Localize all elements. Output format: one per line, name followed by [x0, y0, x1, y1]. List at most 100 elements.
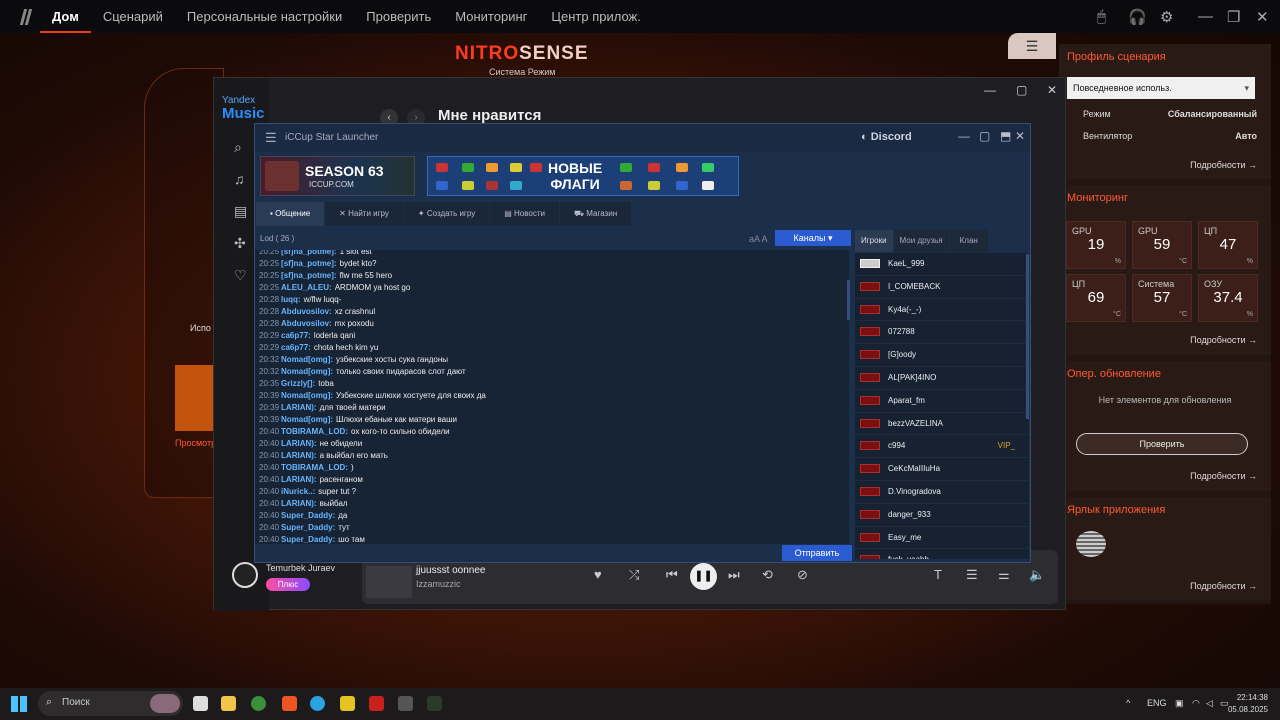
game-taskbar-icon[interactable] [427, 696, 442, 711]
gear-icon[interactable]: ⚙ [1160, 8, 1173, 26]
shortcut-more-link[interactable]: Подробности → [1190, 581, 1257, 591]
flags-banner[interactable]: НОВЫЕ ФЛАГИ [427, 156, 739, 196]
player-row[interactable]: 072788 [855, 321, 1029, 345]
heart-icon[interactable]: ♡ [234, 267, 247, 284]
iccup-restore-icon[interactable]: ▢ [979, 129, 990, 143]
ym-restore-icon[interactable]: ▢ [1016, 83, 1027, 97]
update-check-button[interactable]: Проверить [1076, 433, 1248, 455]
player-list-scrollbar[interactable] [1026, 254, 1029, 419]
ym-minimize-icon[interactable]: — [984, 83, 996, 97]
volume-icon[interactable]: 🔈 [1029, 567, 1045, 583]
scenario-select[interactable]: Повседневное использ. [1067, 77, 1255, 99]
queue-icon[interactable]: ☰ [966, 567, 978, 583]
no-wave-icon[interactable]: ⊘ [797, 567, 808, 583]
headset-icon[interactable]: 🎧 [1128, 8, 1147, 26]
clock[interactable]: 22:14:38 05.08.2025 [1228, 692, 1268, 716]
lyrics-icon[interactable]: T [934, 567, 942, 582]
player-list[interactable]: KaeL_999 I_COMEBACK Ky4a(-_-) 072788 [G]oody… [855, 253, 1029, 559]
close-icon[interactable]: ✕ [1256, 8, 1269, 26]
nav-home[interactable]: Дом [40, 0, 91, 33]
search-input[interactable]: ⌕ Поиск [38, 691, 183, 716]
avatar[interactable] [232, 562, 258, 588]
menu-icon[interactable]: ☰ [265, 130, 277, 146]
phone-link-icon[interactable]: ▣ [1175, 698, 1184, 709]
track-cover[interactable] [366, 566, 412, 598]
chat-scrollbar[interactable] [847, 280, 850, 320]
tray-chevron-icon[interactable]: ^ [1126, 698, 1130, 708]
player-row[interactable]: [G]oody [855, 344, 1029, 367]
update-more-link[interactable]: Подробности → [1190, 471, 1257, 481]
telegram-icon[interactable] [310, 696, 325, 711]
chat-log[interactable]: 20:25 [sf]na_potme]: 1 slot est 20:25 [sf]na… [255, 250, 849, 544]
iccup-close-icon[interactable]: ✕ [1015, 129, 1025, 143]
pause-button[interactable]: ❚❚ [690, 563, 717, 590]
player-row[interactable]: Aparat_fm [855, 390, 1029, 413]
tab-news[interactable]: ▤ Новости [490, 202, 559, 226]
restore-icon[interactable]: ❐ [1227, 8, 1240, 26]
iccup-compact-icon[interactable]: ⬒ [1000, 129, 1011, 143]
iccup-minimize-icon[interactable]: — [958, 129, 970, 143]
player-row[interactable]: CeKcMaIIIuHa [855, 458, 1029, 481]
player-row[interactable]: I_COMEBACK [855, 276, 1029, 299]
player-row[interactable]: KaeL_999 [855, 253, 1029, 276]
nav-monitoring[interactable]: Мониторинг [443, 0, 539, 33]
track-artist[interactable]: Izzamuzzic [416, 579, 461, 589]
left-panel-tile[interactable] [175, 365, 215, 431]
tab-shop[interactable]: ⛟ Магазин [559, 202, 632, 226]
like-icon[interactable]: ♥ [594, 567, 602, 582]
nav-check[interactable]: Проверить [354, 0, 443, 33]
settings-sliders-icon[interactable]: ⚌ [998, 567, 1010, 583]
ym-close-icon[interactable]: ✕ [1047, 83, 1057, 97]
tab-find-game[interactable]: ✕ Найти игру [325, 202, 403, 226]
sidebar-toggle-icon[interactable]: ☰ [1008, 33, 1056, 59]
repeat-icon[interactable]: ⟲ [762, 567, 773, 583]
chrome-icon[interactable] [251, 696, 266, 711]
tab-chat[interactable]: ▪ Общение [256, 202, 325, 226]
shuffle-icon[interactable]: ⤮ [629, 567, 639, 583]
monitoring-more-link[interactable]: Подробности → [1190, 335, 1257, 345]
send-button[interactable]: Отправить [782, 545, 852, 561]
player-row[interactable]: c994 VIP_ [855, 435, 1029, 459]
brave-icon[interactable] [282, 696, 297, 711]
player-row[interactable]: Easy_me [855, 527, 1029, 550]
font-size-toggle[interactable]: aA A [749, 234, 768, 244]
player-row[interactable]: AL[PAK]4INO [855, 367, 1029, 390]
music-note-icon[interactable]: ♫ [234, 171, 245, 187]
nav-scenario[interactable]: Сценарий [91, 0, 175, 33]
player-row[interactable]: danger_933 [855, 504, 1029, 527]
nav-personal[interactable]: Персональные настройки [175, 0, 354, 33]
tab-create-game[interactable]: ✦ Создать игру [403, 202, 490, 226]
iccup-taskbar-icon[interactable] [340, 696, 355, 711]
discord-button[interactable]: ◐ Discord [861, 131, 912, 143]
player-row[interactable]: Ky4a(-_-) [855, 299, 1029, 322]
tab-clan[interactable]: Клан [949, 230, 988, 252]
profile-more-link[interactable]: Подробности → [1190, 160, 1257, 170]
player-row[interactable]: fuck_yeahh [855, 549, 1029, 559]
previous-icon[interactable]: ⏮ [666, 567, 678, 583]
plus-badge[interactable]: Плюс [266, 578, 310, 591]
start-icon[interactable] [11, 696, 27, 712]
nav-app-center[interactable]: Центр прилож. [539, 0, 652, 33]
search-icon[interactable]: ⌕ [234, 139, 242, 156]
channels-button[interactable]: Каналы ▾ [775, 230, 851, 246]
volume-icon[interactable]: ◁ [1206, 698, 1213, 709]
task-view-icon[interactable] [193, 696, 208, 711]
puzzle-icon[interactable]: ✣ [234, 235, 246, 252]
library-icon[interactable]: ▤ [234, 203, 247, 220]
player-row[interactable]: bezzVAZELINA [855, 413, 1029, 436]
file-explorer-icon[interactable] [221, 696, 236, 711]
season-banner[interactable]: SEASON 63 ICCUP.COM [260, 156, 415, 196]
mouse-icon[interactable]: 🖱 [1097, 8, 1106, 25]
tab-friends[interactable]: Мои друзья [893, 230, 949, 252]
app-taskbar-icon[interactable] [398, 696, 413, 711]
left-panel-view[interactable]: Просмотр [175, 438, 216, 448]
track-title[interactable]: jjuussst oonnee [416, 565, 486, 576]
player-row[interactable]: D.Vinogradova [855, 481, 1029, 504]
next-icon[interactable]: ⏭ [728, 567, 740, 583]
wifi-icon[interactable]: ◠ [1192, 698, 1200, 709]
minimize-icon[interactable]: — [1198, 8, 1213, 25]
language-indicator[interactable]: ENG [1147, 698, 1167, 708]
shortcut-app-icon[interactable] [1076, 531, 1106, 557]
nitrosense-taskbar-icon[interactable] [369, 696, 384, 711]
tab-players[interactable]: Игроки [855, 230, 893, 252]
